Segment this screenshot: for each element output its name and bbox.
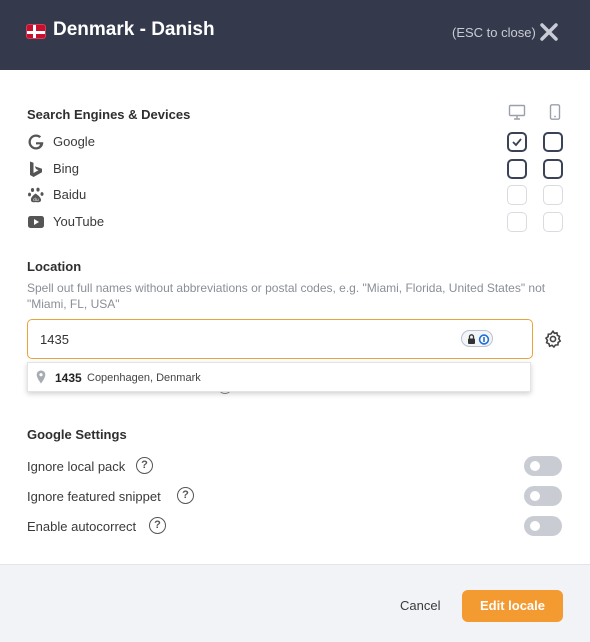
location-suggestion[interactable]: 1435 Copenhagen, Denmark	[27, 362, 531, 392]
youtube-icon	[28, 216, 44, 228]
youtube-desktop-checkbox[interactable]	[507, 212, 527, 232]
google-desktop-checkbox[interactable]	[507, 132, 527, 152]
engine-row-youtube: YouTube	[27, 212, 567, 232]
esc-hint: (ESC to close)	[452, 25, 536, 40]
ignore-local-pack-toggle[interactable]	[524, 456, 562, 476]
dialog-title: Denmark - Danish	[53, 19, 215, 40]
close-icon[interactable]	[538, 21, 560, 43]
option-label: Ignore featured snippet	[27, 489, 161, 504]
suggestion-place: Copenhagen, Denmark	[87, 372, 201, 384]
engine-label: YouTube	[53, 214, 105, 229]
option-ignore-featured-snippet: Ignore featured snippet ?	[27, 486, 567, 508]
option-label: Enable autocorrect	[27, 519, 137, 534]
desktop-icon	[508, 104, 526, 120]
baidu-mobile-checkbox[interactable]	[543, 185, 563, 205]
check-icon	[512, 138, 522, 147]
baidu-icon: du	[28, 187, 44, 203]
suggestion-code: 1435	[55, 371, 82, 385]
location-title: Location	[27, 259, 82, 274]
engine-row-google: Google	[27, 132, 567, 152]
ignore-featured-snippet-toggle[interactable]	[524, 486, 562, 506]
mobile-icon	[549, 104, 561, 120]
google-icon	[28, 134, 44, 150]
help-icon[interactable]: ?	[149, 517, 166, 534]
bing-mobile-checkbox[interactable]	[543, 159, 563, 179]
lock-icon	[468, 334, 490, 345]
help-icon[interactable]: ?	[136, 457, 153, 474]
engine-label: Baidu	[53, 187, 87, 202]
password-manager-badge[interactable]	[461, 330, 493, 347]
cancel-button[interactable]: Cancel	[400, 598, 440, 613]
google-settings-title: Google Settings	[27, 427, 127, 442]
map-pin-icon	[36, 370, 46, 384]
engine-row-baidu: du Baidu	[27, 185, 567, 205]
svg-text:du: du	[33, 197, 39, 203]
youtube-mobile-checkbox[interactable]	[543, 212, 563, 232]
google-mobile-checkbox[interactable]	[543, 132, 563, 152]
engine-row-bing: Bing	[27, 159, 567, 179]
bing-desktop-checkbox[interactable]	[507, 159, 527, 179]
gear-icon[interactable]	[543, 329, 563, 349]
location-input[interactable]	[27, 319, 533, 359]
edit-locale-button[interactable]: Edit locale	[462, 590, 563, 622]
option-enable-autocorrect: Enable autocorrect ?	[27, 516, 567, 538]
engine-label: Google	[53, 134, 95, 149]
engine-label: Bing	[53, 161, 80, 176]
bing-icon	[30, 161, 42, 177]
dialog-header: Denmark - Danish (ESC to close)	[0, 0, 590, 70]
dialog-footer: Cancel Edit locale	[0, 564, 590, 642]
enable-autocorrect-toggle[interactable]	[524, 516, 562, 536]
option-ignore-local-pack: Ignore local pack ?	[27, 456, 567, 478]
option-label: Ignore local pack	[27, 459, 126, 474]
help-icon[interactable]: ?	[177, 487, 194, 504]
denmark-flag-icon	[26, 24, 46, 39]
engines-section-title: Search Engines & Devices	[27, 107, 191, 122]
baidu-desktop-checkbox[interactable]	[507, 185, 527, 205]
location-help-text: Spell out full names without abbreviatio…	[27, 281, 546, 311]
